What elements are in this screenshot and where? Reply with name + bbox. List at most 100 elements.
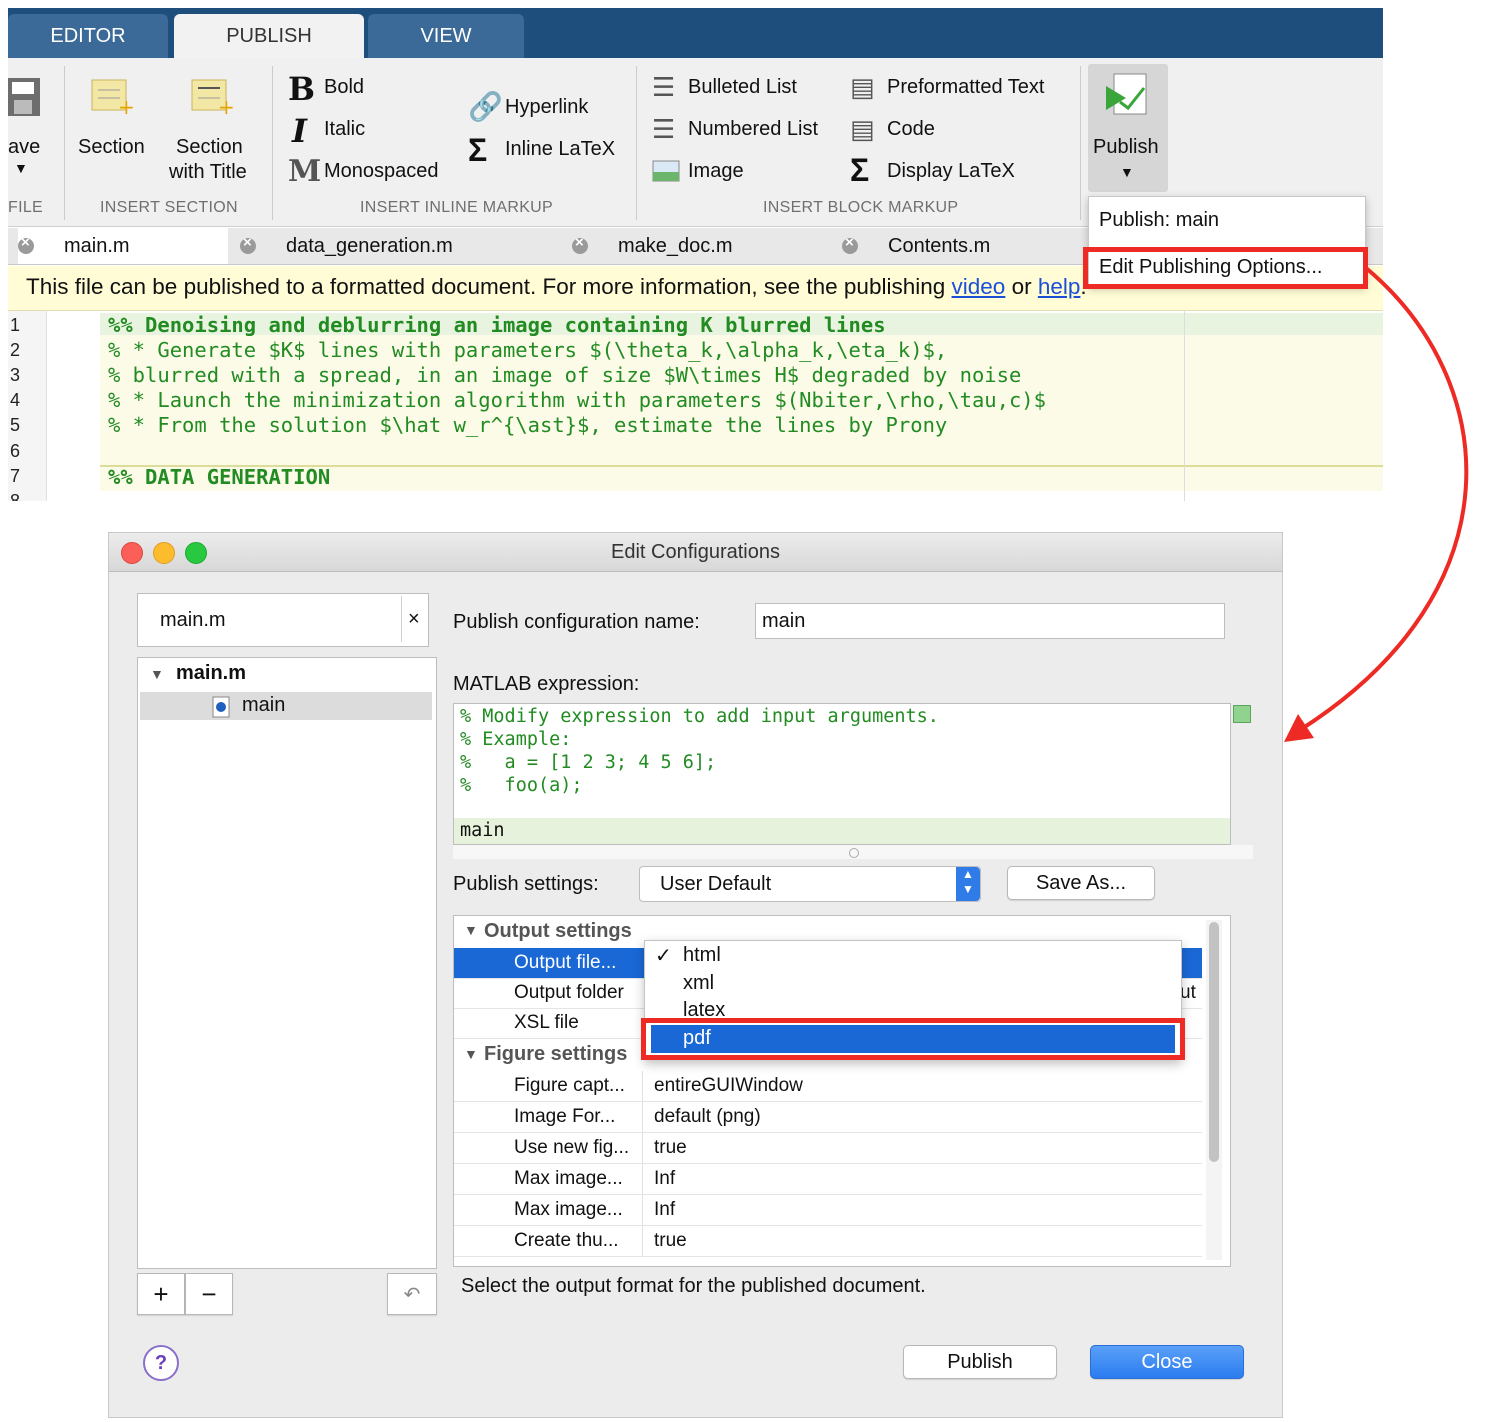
hint-text: Select the output format for the publish… [461, 1275, 926, 1297]
prop-value: default (png) [654, 1106, 761, 1127]
chevron-updown-icon[interactable]: ▲ ▼ [956, 867, 980, 901]
publish-settings-value: User Default [660, 873, 772, 895]
expr-value: main [460, 820, 505, 841]
separator [636, 66, 637, 220]
close-button[interactable]: Close [1090, 1345, 1244, 1379]
code-line: % * Generate $K$ lines with parameters $… [108, 338, 948, 362]
output-folder-value: ut [1180, 982, 1196, 1003]
tab-editor[interactable]: EDITOR [8, 14, 168, 58]
bulleted-list-button[interactable]: Bulleted List [688, 76, 797, 99]
close-icon[interactable] [18, 234, 34, 254]
toolstrip-tabbar: EDITOR PUBLISH VIEW [8, 8, 1383, 58]
collapse-icon[interactable]: ▼ [464, 1046, 478, 1062]
prop-row[interactable]: Use new fig... true [454, 1133, 1202, 1164]
expr-line: % a = [1 2 3; 4 5 6]; [460, 752, 717, 773]
separator [272, 66, 273, 220]
monospaced-icon: M [288, 154, 322, 189]
config-name-label: Publish configuration name: [453, 611, 700, 633]
file-tab-make-doc[interactable]: make_doc.m [572, 228, 822, 264]
checkmark-icon: ✓ [655, 945, 672, 967]
revert-button[interactable]: ↶ [387, 1273, 437, 1315]
tab-publish[interactable]: PUBLISH [174, 14, 364, 58]
info-or: or [1011, 274, 1032, 299]
prop-row[interactable]: Image For... default (png) [454, 1102, 1202, 1133]
config-name-input[interactable]: main [755, 603, 1225, 639]
expand-icon[interactable]: ▼ [150, 666, 164, 682]
dialog-titlebar: Edit Configurations [109, 533, 1282, 572]
prop-value: true [654, 1137, 687, 1158]
file-search-field[interactable]: main.m × [137, 593, 429, 647]
tree-child-label: main [242, 694, 286, 716]
code-button[interactable]: Code [887, 118, 935, 141]
preformatted-text-button[interactable]: Preformatted Text [887, 76, 1044, 99]
prop-row[interactable]: Figure capt... entireGUIWindow [454, 1071, 1202, 1102]
prop-row[interactable]: Max image... Inf [454, 1195, 1202, 1226]
tree-child-item[interactable] [140, 692, 432, 720]
save-dropdown-icon[interactable]: ▼ [14, 160, 28, 176]
line-number: 8 [10, 491, 21, 501]
prop-key: Output file... [514, 952, 617, 973]
prop-key: XSL file [514, 1012, 579, 1033]
add-configuration-button[interactable]: + [137, 1273, 185, 1315]
scrollbar-thumb[interactable] [1209, 922, 1219, 1162]
publish-button-label: Publish [1093, 136, 1159, 158]
prop-value: Inf [654, 1168, 676, 1189]
line-number: 4 [10, 390, 21, 410]
monospaced-button[interactable]: Monospaced [324, 160, 439, 183]
scrollbar[interactable] [1206, 920, 1222, 1260]
image-button[interactable]: Image [688, 160, 744, 183]
save-as-button[interactable]: Save As... [1007, 866, 1155, 900]
code-editor[interactable]: 1 2 3 4 5 6 7 8 %% Denoising and deblurr… [8, 311, 1383, 501]
format-option-xml[interactable]: xml [683, 972, 714, 995]
splitter[interactable] [453, 845, 1253, 859]
file-tab-contents[interactable]: Contents.m [842, 228, 1082, 264]
tree-root-item[interactable]: main.m [176, 662, 246, 685]
line-number: 2 [10, 340, 21, 360]
publish-icon [1106, 73, 1147, 115]
configuration-tree: ▼ main.m main [137, 657, 437, 1269]
close-icon[interactable] [240, 234, 256, 254]
prop-row[interactable]: Create thu... true [454, 1226, 1202, 1257]
prop-divider [642, 1195, 643, 1225]
collapse-icon[interactable]: ▼ [464, 922, 478, 938]
preformatted-text-icon: ▤ [850, 72, 875, 102]
prop-value: Inf [654, 1199, 676, 1220]
prop-divider [642, 1164, 643, 1194]
section-with-title-button[interactable]: Section [176, 136, 243, 159]
publish-button[interactable]: Publish [903, 1345, 1057, 1379]
clear-icon[interactable]: × [408, 608, 420, 631]
video-link[interactable]: video [952, 274, 1006, 299]
field-divider [401, 596, 402, 642]
splitter-handle-icon[interactable] [849, 848, 859, 858]
close-icon[interactable] [572, 234, 588, 254]
numbered-list-button[interactable]: Numbered List [688, 118, 818, 141]
bold-icon: B [288, 70, 316, 108]
format-option-html[interactable]: html [683, 944, 721, 967]
matlab-expression-label: MATLAB expression: [453, 673, 640, 695]
bold-button[interactable]: Bold [324, 76, 364, 99]
save-button[interactable]: ave [8, 136, 40, 159]
help-link[interactable]: help [1038, 274, 1081, 299]
inline-latex-button[interactable]: Inline LaTeX [505, 138, 615, 161]
code-line: % * From the solution $\hat w_r^{\ast}$,… [108, 413, 948, 437]
menu-item-publish-main[interactable]: Publish: main [1099, 209, 1219, 232]
matlab-expression-editor[interactable]: % Modify expression to add input argumen… [453, 703, 1231, 845]
display-latex-icon: Σ [850, 152, 870, 188]
publish-dropdown-icon[interactable]: ▼ [1120, 164, 1134, 180]
remove-configuration-button[interactable]: − [185, 1273, 233, 1315]
publish-settings-select[interactable]: User Default ▲ ▼ [639, 866, 981, 902]
hyperlink-button[interactable]: Hyperlink [505, 96, 588, 119]
file-tab-label: make_doc.m [618, 234, 733, 257]
file-tab-main[interactable]: main.m [18, 228, 228, 264]
prop-divider [642, 1226, 643, 1256]
close-icon[interactable] [842, 234, 858, 254]
file-tab-data-generation[interactable]: data_generation.m [240, 228, 560, 264]
expr-line: % Modify expression to add input argumen… [460, 706, 939, 727]
italic-button[interactable]: Italic [324, 118, 365, 141]
prop-row[interactable]: Max image... Inf [454, 1164, 1202, 1195]
section-button[interactable]: Section [78, 136, 145, 159]
help-button[interactable]: ? [143, 1345, 179, 1381]
prop-value: entireGUIWindow [654, 1075, 803, 1096]
tab-view[interactable]: VIEW [368, 14, 524, 58]
display-latex-button[interactable]: Display LaTeX [887, 160, 1015, 183]
